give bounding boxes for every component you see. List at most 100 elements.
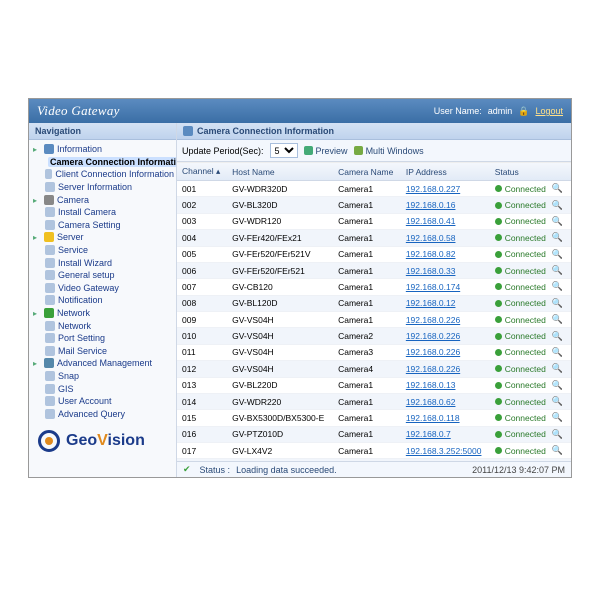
col-2[interactable]: Camera Name (333, 163, 401, 181)
srv-icon (44, 232, 54, 242)
nav-group-camera[interactable]: Camera (33, 193, 174, 206)
cell-channel: 013 (177, 377, 227, 393)
nav-item-video-gateway[interactable]: Video Gateway (45, 282, 174, 295)
magnify-icon[interactable]: 🔍 (552, 314, 563, 325)
magnify-icon[interactable]: 🔍 (552, 347, 563, 358)
ip-link[interactable]: 192.168.0.226 (406, 364, 460, 374)
table-row[interactable]: 006GV-FEr520/FEr521Camera1192.168.0.33Co… (177, 262, 571, 278)
cell-ip: 192.168.0.226 (401, 312, 490, 328)
ip-link[interactable]: 192.168.0.16 (406, 200, 456, 210)
nav-item-network[interactable]: Network (45, 319, 174, 332)
ip-link[interactable]: 192.168.0.174 (406, 282, 460, 292)
magnify-icon[interactable]: 🔍 (552, 232, 563, 243)
nav-item-mail-service[interactable]: Mail Service (45, 345, 174, 358)
nav-item-client-connection-information[interactable]: Client Connection Information (45, 168, 174, 181)
camera-table-wrap[interactable]: Channel ▴Host NameCamera NameIP AddressS… (177, 162, 571, 461)
cell-camera: Camera1 (333, 295, 401, 311)
table-row[interactable]: 009GV-VS04HCamera1192.168.0.226Connected… (177, 312, 571, 328)
ip-link[interactable]: 192.168.0.33 (406, 266, 456, 276)
table-row[interactable]: 003GV-WDR120Camera1192.168.0.41Connected… (177, 213, 571, 229)
nav-item-user-account[interactable]: User Account (45, 395, 174, 408)
magnify-icon[interactable]: 🔍 (552, 281, 563, 292)
expand-icon (33, 358, 41, 368)
col-4[interactable]: Status (490, 163, 571, 181)
magnify-icon[interactable]: 🔍 (552, 429, 563, 440)
table-row[interactable]: 015GV-BX5300D/BX5300-ECamera1192.168.0.1… (177, 410, 571, 426)
nav-item-install-wizard[interactable]: Install Wizard (45, 256, 174, 269)
logout-link[interactable]: Logout (535, 106, 563, 116)
update-period-select[interactable]: 5 (270, 143, 298, 158)
magnify-icon[interactable]: 🔍 (552, 298, 563, 309)
ip-link[interactable]: 192.168.0.13 (406, 380, 456, 390)
table-row[interactable]: 008GV-BL120DCamera1192.168.0.12Connected… (177, 295, 571, 311)
ip-link[interactable]: 192.168.0.62 (406, 397, 456, 407)
nav-group-advanced-management[interactable]: Advanced Management (33, 357, 174, 370)
magnify-icon[interactable]: 🔍 (552, 412, 563, 423)
cell-status: Connected🔍 (490, 279, 571, 295)
magnify-icon[interactable]: 🔍 (552, 363, 563, 374)
ip-link[interactable]: 192.168.0.82 (406, 249, 456, 259)
table-row[interactable]: 010GV-VS04HCamera2192.168.0.226Connected… (177, 328, 571, 344)
magnify-icon[interactable]: 🔍 (552, 249, 563, 260)
table-row[interactable]: 013GV-BL220DCamera1192.168.0.13Connected… (177, 377, 571, 393)
nav-item-general-setup[interactable]: General setup (45, 269, 174, 282)
nav-item-camera-setting[interactable]: Camera Setting (45, 219, 174, 232)
cell-camera: Camera1 (333, 377, 401, 393)
ip-link[interactable]: 192.168.0.226 (406, 315, 460, 325)
nav-item-port-setting[interactable]: Port Setting (45, 332, 174, 345)
nav-leaf-icon (45, 371, 55, 381)
magnify-icon[interactable]: 🔍 (552, 183, 563, 194)
table-row[interactable]: 011GV-VS04HCamera3192.168.0.226Connected… (177, 344, 571, 360)
nav-item-camera-connection-information[interactable]: Camera Connection Information (45, 156, 174, 169)
nav-item-service[interactable]: Service (45, 244, 174, 257)
cell-status: Connected🔍 (490, 213, 571, 229)
table-row[interactable]: 016GV-PTZ010DCamera1192.168.0.7Connected… (177, 426, 571, 442)
table-row[interactable]: 007GV-CB120Camera1192.168.0.174Connected… (177, 279, 571, 295)
ip-link[interactable]: 192.168.0.41 (406, 216, 456, 226)
nav-item-install-camera[interactable]: Install Camera (45, 206, 174, 219)
nav-item-gis[interactable]: GIS (45, 382, 174, 395)
magnify-icon[interactable]: 🔍 (552, 265, 563, 276)
col-1[interactable]: Host Name (227, 163, 333, 181)
ip-link[interactable]: 192.168.0.226 (406, 347, 460, 357)
cell-channel: 015 (177, 410, 227, 426)
magnify-icon[interactable]: 🔍 (552, 200, 563, 211)
nav-item-snap[interactable]: Snap (45, 370, 174, 383)
table-row[interactable]: 002GV-BL320DCamera1192.168.0.16Connected… (177, 197, 571, 213)
ip-link[interactable]: 192.168.0.7 (406, 429, 451, 439)
nav-item-server-information[interactable]: Server Information (45, 181, 174, 194)
cell-ip: 192.168.0.33 (401, 262, 490, 278)
update-period-label: Update Period(Sec): (182, 146, 264, 156)
nav-group-information[interactable]: Information (33, 143, 174, 156)
table-row[interactable]: 017GV-LX4V2Camera1192.168.3.252:5000Conn… (177, 443, 571, 459)
preview-button[interactable]: Preview (304, 146, 348, 156)
nav-item-advanced-query[interactable]: Advanced Query (45, 407, 174, 420)
table-row[interactable]: 012GV-VS04HCamera4192.168.0.226Connected… (177, 361, 571, 377)
ip-link[interactable]: 192.168.0.58 (406, 233, 456, 243)
magnify-icon[interactable]: 🔍 (552, 216, 563, 227)
ip-link[interactable]: 192.168.3.252:5000 (406, 446, 482, 456)
nav-group-server[interactable]: Server (33, 231, 174, 244)
nav-group-network[interactable]: Network (33, 307, 174, 320)
nav-sidebar: Navigation InformationCamera Connection … (29, 123, 177, 477)
multi-windows-button[interactable]: Multi Windows (354, 146, 424, 156)
col-3[interactable]: IP Address (401, 163, 490, 181)
table-row[interactable]: 014GV-WDR220Camera1192.168.0.62Connected… (177, 393, 571, 409)
magnify-icon[interactable]: 🔍 (552, 380, 563, 391)
magnify-icon[interactable]: 🔍 (552, 331, 563, 342)
magnify-icon[interactable]: 🔍 (552, 445, 563, 456)
table-row[interactable]: 001GV-WDR320DCamera1192.168.0.227Connect… (177, 181, 571, 197)
table-row[interactable]: 004GV-FEr420/FEx21Camera1192.168.0.58Con… (177, 230, 571, 246)
ip-link[interactable]: 192.168.0.12 (406, 298, 456, 308)
magnify-icon[interactable]: 🔍 (552, 396, 563, 407)
cell-status: Connected🔍 (490, 443, 571, 459)
cell-status: Connected🔍 (490, 181, 571, 197)
adv-icon (44, 358, 54, 368)
ip-link[interactable]: 192.168.0.118 (406, 413, 460, 423)
ip-link[interactable]: 192.168.0.227 (406, 184, 460, 194)
ip-link[interactable]: 192.168.0.226 (406, 331, 460, 341)
col-0[interactable]: Channel ▴ (177, 163, 227, 181)
app-window: Video Gateway User Name: admin Logout Na… (28, 98, 572, 478)
nav-item-notification[interactable]: Notification (45, 294, 174, 307)
table-row[interactable]: 005GV-FEr520/FEr521VCamera1192.168.0.82C… (177, 246, 571, 262)
